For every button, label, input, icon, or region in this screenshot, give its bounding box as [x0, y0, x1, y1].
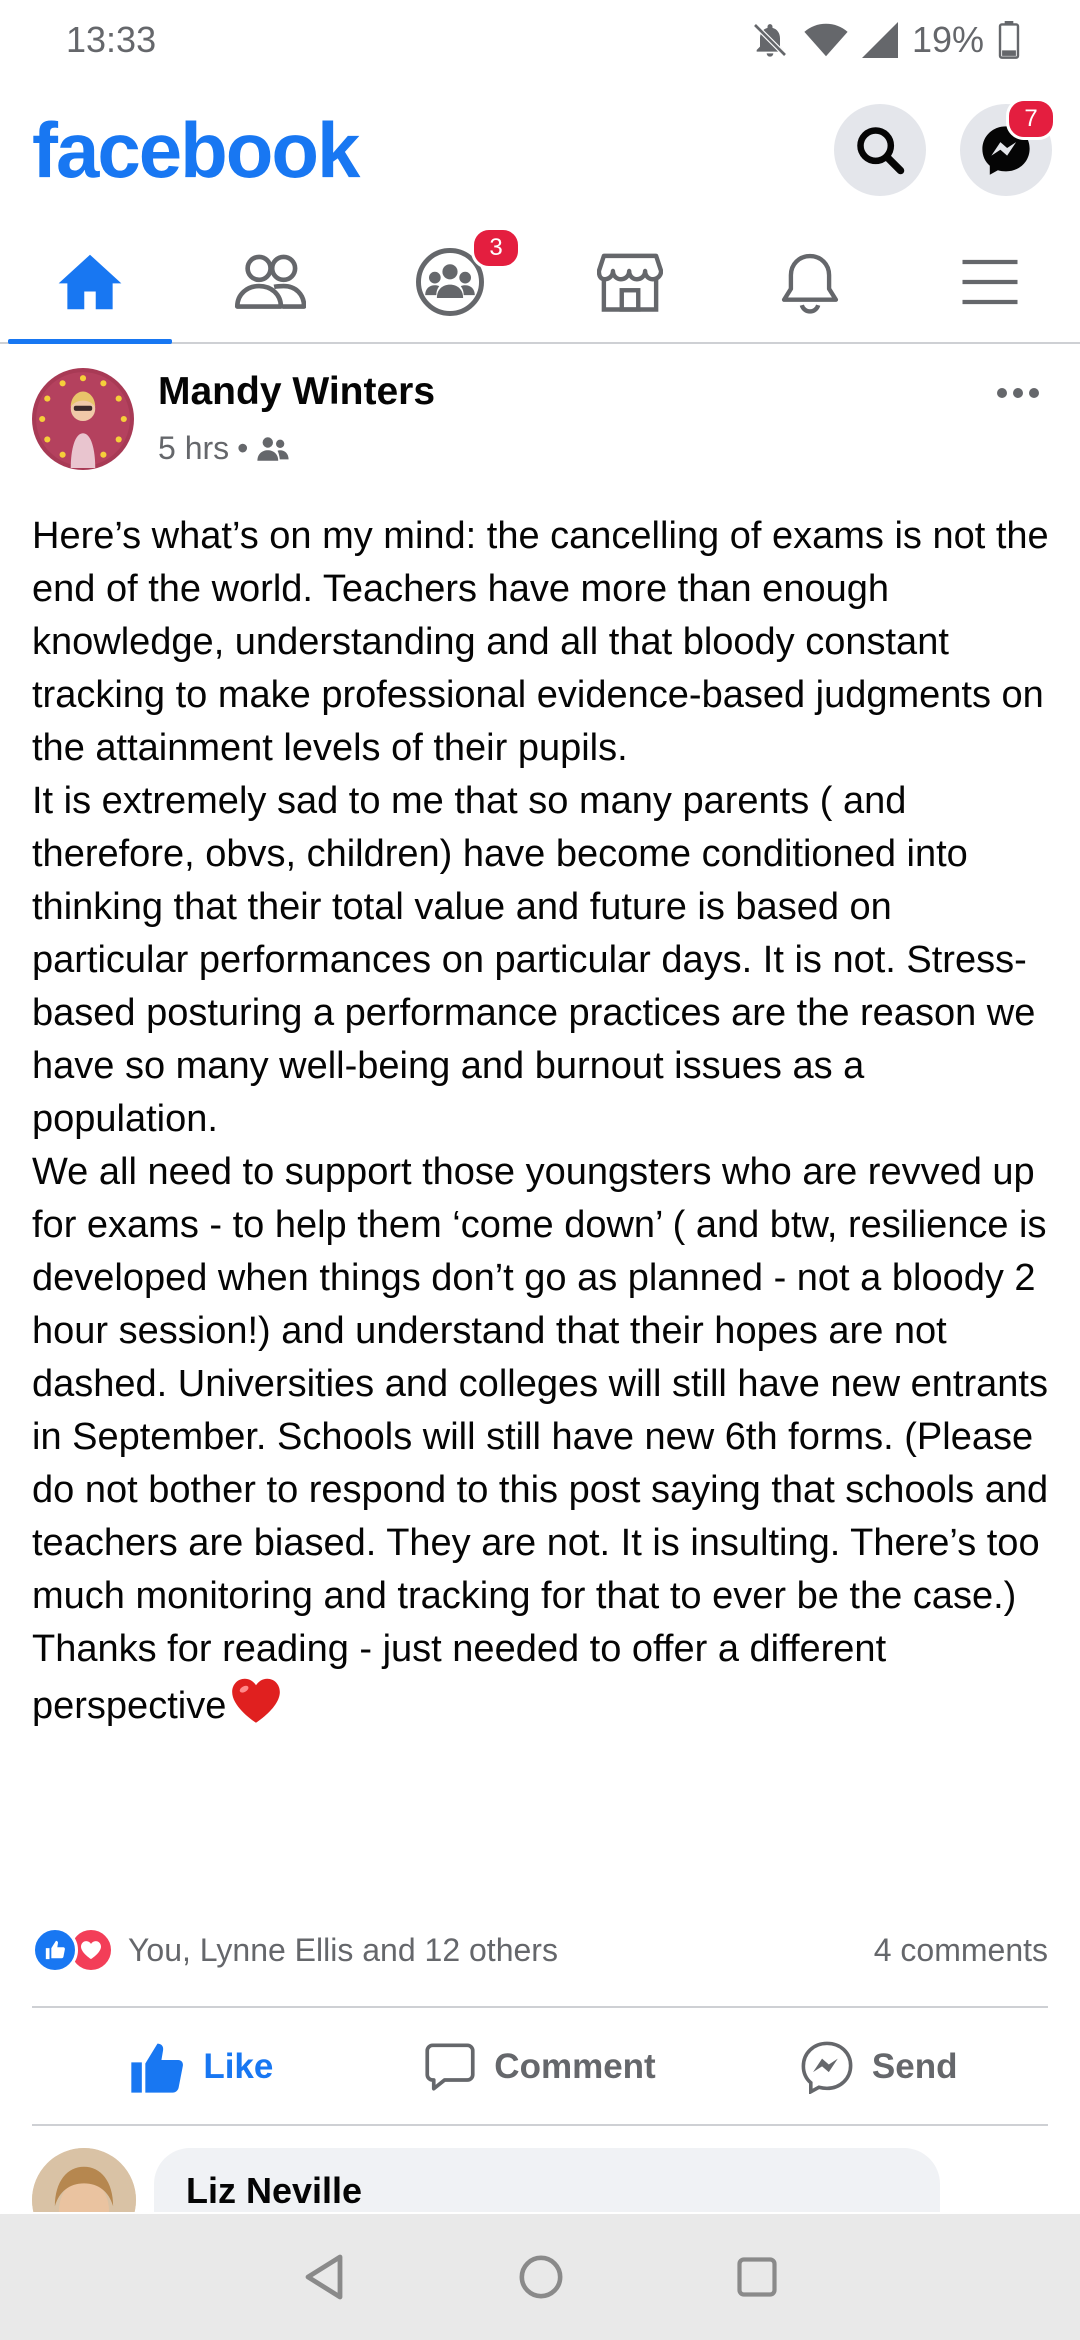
comment-button[interactable]: Comment [371, 2042, 710, 2092]
post-meta: 5 hrs • [158, 430, 290, 467]
commenter-avatar[interactable] [32, 2148, 136, 2212]
post-body: Here’s what’s on my mind: the cancelling… [32, 510, 1052, 1733]
home-circle-icon[interactable] [518, 2254, 564, 2300]
search-button[interactable] [834, 104, 926, 196]
comment-bubble[interactable]: Liz Neville [154, 2148, 940, 2212]
comment-label: Comment [494, 2047, 656, 2086]
system-nav-bar [0, 2214, 1080, 2340]
home-icon [58, 254, 122, 310]
more-dot-icon [1013, 388, 1023, 398]
search-icon [857, 127, 905, 175]
reactions-row: You, Lynne Ellis and 12 others 4 comment… [32, 1924, 1048, 1976]
post-text: Here’s what’s on my mind: the cancelling… [32, 515, 1049, 1727]
messenger-send-icon [801, 2041, 853, 2094]
more-dot-icon [1029, 388, 1039, 398]
commenter-avatar-image [32, 2148, 136, 2212]
facebook-logo[interactable]: facebook [32, 105, 360, 196]
comment-icon [425, 2043, 475, 2091]
send-button[interactable]: Send [709, 2040, 1048, 2094]
audience-friends-icon[interactable] [256, 436, 290, 462]
status-bar: 13:33 19% [0, 0, 1080, 80]
author-name[interactable]: Mandy Winters [158, 370, 435, 414]
reactions-text: You, Lynne Ellis and 12 others [128, 1931, 558, 1968]
more-dot-icon [997, 388, 1007, 398]
avatar-image [32, 368, 134, 470]
battery-icon [998, 21, 1020, 59]
app-header: facebook 7 [0, 90, 1080, 210]
groups-icon-wrap: 3 [415, 227, 521, 317]
signal-icon [861, 22, 898, 58]
comments-count[interactable]: 4 comments [874, 1932, 1048, 1969]
marketplace-icon [597, 253, 663, 312]
messenger-badge: 7 [1006, 98, 1056, 140]
reaction-icons [32, 1927, 114, 1973]
post-time[interactable]: 5 hrs [158, 430, 229, 467]
nav-tabs: 3 [0, 222, 1080, 344]
battery-percent: 19% [911, 19, 984, 60]
like-label: Like [203, 2047, 274, 2086]
like-reaction-icon [32, 1927, 78, 1973]
friends-icon [234, 254, 306, 309]
post-more-options-button[interactable] [988, 378, 1048, 408]
tab-groups[interactable]: 3 [360, 222, 540, 342]
comment-preview: Liz Neville [32, 2148, 1048, 2212]
status-icons: 19% [750, 19, 1020, 61]
post-action-bar: Like Comment Send [32, 2012, 1048, 2122]
reactions-summary[interactable]: You, Lynne Ellis and 12 others [32, 1927, 558, 1973]
bell-icon [781, 253, 839, 314]
recents-square-icon[interactable] [736, 2256, 778, 2298]
bell-off-icon [753, 23, 787, 57]
tab-friends[interactable] [180, 222, 360, 342]
divider [32, 2124, 1048, 2126]
status-time: 13:33 [66, 19, 157, 60]
header-actions: 7 [834, 98, 1056, 196]
tab-home[interactable] [0, 222, 180, 344]
red-heart-emoji-icon [232, 1678, 281, 1723]
like-button[interactable]: Like [32, 2041, 371, 2093]
tab-menu[interactable] [900, 222, 1080, 342]
author-avatar[interactable] [32, 368, 134, 470]
meta-separator: • [237, 430, 249, 466]
commenter-name[interactable]: Liz Neville [186, 2170, 362, 2212]
groups-badge: 3 [471, 227, 521, 269]
wifi-icon [804, 23, 848, 57]
tab-marketplace[interactable] [540, 222, 720, 342]
back-icon[interactable] [302, 2253, 346, 2301]
menu-icon [962, 259, 1018, 305]
thumbs-up-icon [131, 2043, 184, 2093]
divider [32, 2006, 1048, 2008]
post-header: Mandy Winters 5 hrs • [32, 368, 1048, 472]
send-label: Send [871, 2047, 958, 2086]
tab-notifications[interactable] [720, 222, 900, 342]
messenger-button[interactable]: 7 [960, 98, 1056, 196]
